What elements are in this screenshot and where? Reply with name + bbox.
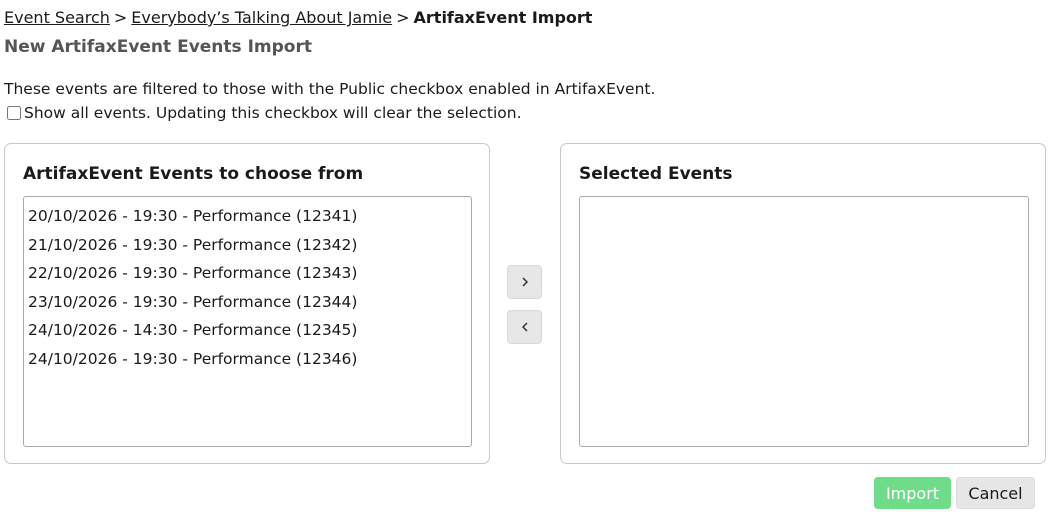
breadcrumb-separator: > <box>396 8 410 27</box>
import-button[interactable]: Import <box>874 477 951 509</box>
breadcrumb: Event Search > Everybody’s Talking About J… <box>4 8 592 27</box>
chevron-right-icon <box>521 277 528 287</box>
available-events-panel: ArtifaxEvent Events to choose from 20/10… <box>4 143 490 464</box>
breadcrumb-link-show[interactable]: Everybody’s Talking About Jamie <box>131 8 392 27</box>
selected-events-listbox[interactable] <box>579 196 1029 447</box>
page-title: New ArtifaxEvent Events Import <box>4 37 312 57</box>
available-events-listbox[interactable]: 20/10/2026 - 19:30 - Performance (12341)… <box>23 196 472 447</box>
selected-events-panel: Selected Events <box>560 143 1046 464</box>
event-option[interactable]: 22/10/2026 - 19:30 - Performance (12343) <box>28 259 467 288</box>
remove-selected-button[interactable] <box>507 310 542 344</box>
selected-events-heading: Selected Events <box>579 164 733 184</box>
event-option[interactable]: 23/10/2026 - 19:30 - Performance (12344) <box>28 288 467 317</box>
breadcrumb-link-event-search[interactable]: Event Search <box>4 8 110 27</box>
show-all-events-checkbox[interactable] <box>7 106 21 120</box>
breadcrumb-current: ArtifaxEvent Import <box>413 8 593 27</box>
event-option[interactable]: 24/10/2026 - 14:30 - Performance (12345) <box>28 316 467 345</box>
available-events-heading: ArtifaxEvent Events to choose from <box>23 164 364 184</box>
event-option[interactable]: 24/10/2026 - 19:30 - Performance (12346) <box>28 345 467 374</box>
filter-note: These events are filtered to those with … <box>4 80 656 98</box>
event-option[interactable]: 20/10/2026 - 19:30 - Performance (12341) <box>28 202 467 231</box>
event-option[interactable]: 21/10/2026 - 19:30 - Performance (12342) <box>28 231 467 260</box>
chevron-left-icon <box>521 322 528 332</box>
show-all-events-option[interactable]: Show all events. Updating this checkbox … <box>7 104 522 122</box>
cancel-button[interactable]: Cancel <box>956 477 1035 509</box>
show-all-events-label: Show all events. Updating this checkbox … <box>24 104 522 122</box>
breadcrumb-separator: > <box>113 8 128 27</box>
add-selected-button[interactable] <box>507 265 542 299</box>
